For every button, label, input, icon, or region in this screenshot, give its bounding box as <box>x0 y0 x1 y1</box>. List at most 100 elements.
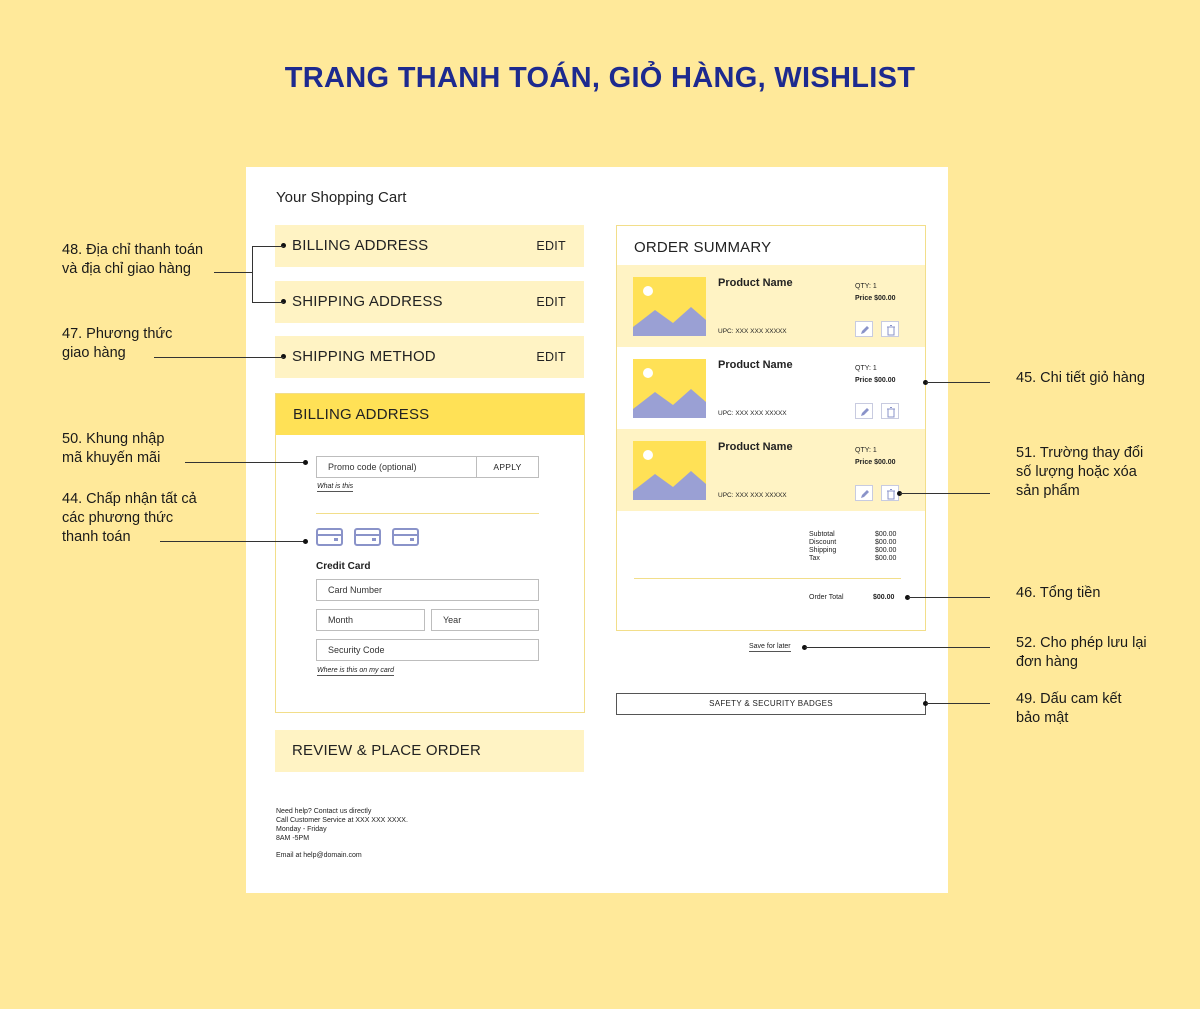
annotation-connector <box>185 462 305 463</box>
security-badges: SAFETY & SECURITY BADGES <box>616 693 926 715</box>
annotation-52: 52. Cho phép lưu lại đơn hàng <box>1016 634 1147 672</box>
edit-quantity-button[interactable] <box>855 403 873 419</box>
delete-item-button[interactable] <box>881 321 899 337</box>
cart-item: Product Name QTY: 1 Price $00.00 UPC: XX… <box>617 265 925 347</box>
shipping-label: Shipping <box>809 547 837 554</box>
pencil-icon <box>861 326 869 334</box>
product-name: Product Name <box>718 359 793 371</box>
pencil-icon <box>861 408 869 416</box>
product-image-icon <box>633 277 706 336</box>
billing-form: BILLING ADDRESS Promo code (optional) AP… <box>275 393 585 713</box>
review-place-order-label: REVIEW & PLACE ORDER <box>292 742 482 759</box>
help-line: Call Customer Service at XXX XXX XXXX. <box>276 817 408 824</box>
billing-address-row[interactable]: BILLING ADDRESS EDIT <box>275 225 584 267</box>
credit-card-icon <box>354 528 381 546</box>
annotation-connector <box>154 357 284 358</box>
annotation-44: 44. Chấp nhận tất cả các phương thức tha… <box>62 490 197 547</box>
totals-values: $00.00 $00.00 $00.00 $00.00 <box>875 531 896 563</box>
shipping-value: $00.00 <box>875 547 897 554</box>
billing-form-header: BILLING ADDRESS <box>276 394 584 435</box>
annotation-connector <box>214 272 252 273</box>
help-line: 8AM -5PM <box>276 835 310 842</box>
annotation-text: 45. Chi tiết giỏ hàng <box>1016 370 1145 386</box>
product-qty-price: QTY: 1 Price $00.00 <box>855 281 895 305</box>
annotation-connector <box>252 246 284 247</box>
annotation-text: sản phẩm <box>1016 483 1080 499</box>
review-place-order-button[interactable]: REVIEW & PLACE ORDER <box>275 730 584 772</box>
annotation-51: 51. Trường thay đổi số lượng hoặc xóa sả… <box>1016 444 1143 501</box>
annotation-connector <box>805 647 990 648</box>
annotation-50: 50. Khung nhập mã khuyến mãi <box>62 430 164 468</box>
annotation-connector <box>926 703 990 704</box>
edit-quantity-button[interactable] <box>855 485 873 501</box>
product-upc: UPC: XXX XXX XXXXX <box>718 410 787 417</box>
annotation-text: thanh toán <box>62 529 131 545</box>
delete-item-button[interactable] <box>881 403 899 419</box>
year-input[interactable]: Year <box>431 609 539 631</box>
annotation-45: 45. Chi tiết giỏ hàng <box>1016 369 1145 388</box>
annotation-48: 48. Địa chỉ thanh toán và địa chỉ giao h… <box>62 241 203 279</box>
cart-title: Your Shopping Cart <box>276 189 407 206</box>
product-qty: QTY: 1 <box>855 365 877 372</box>
subtotal-value: $00.00 <box>875 531 897 538</box>
help-contact-info: Need help? Contact us directly Call Cust… <box>276 807 408 860</box>
credit-card-icon <box>316 528 343 546</box>
annotation-text: 47. Phương thức <box>62 326 173 342</box>
trash-icon <box>887 489 895 500</box>
cart-item: Product Name QTY: 1 Price $00.00 UPC: XX… <box>617 347 925 429</box>
annotation-49: 49. Dấu cam kết bảo mật <box>1016 690 1122 728</box>
promo-code-input[interactable]: Promo code (optional) <box>316 456 477 478</box>
annotation-connector <box>926 382 990 383</box>
subtotal-label: Subtotal <box>809 531 835 538</box>
annotation-text: 50. Khung nhập <box>62 431 165 447</box>
checkout-wireframe: Your Shopping Cart BILLING ADDRESS EDIT … <box>246 167 948 893</box>
order-summary-title: ORDER SUMMARY <box>634 239 772 256</box>
trash-icon <box>887 325 895 336</box>
what-is-this-link[interactable]: What is this <box>317 482 354 492</box>
billing-address-label: BILLING ADDRESS <box>292 237 429 254</box>
help-line: Monday - Friday <box>276 826 327 833</box>
annotation-connector <box>908 597 990 598</box>
where-on-card-link[interactable]: Where is this on my card <box>317 666 395 676</box>
help-email: Email at help@domain.com <box>276 852 362 859</box>
shipping-address-row[interactable]: SHIPPING ADDRESS EDIT <box>275 281 584 323</box>
annotation-text: 49. Dấu cam kết <box>1016 691 1122 707</box>
annotation-text: 48. Địa chỉ thanh toán <box>62 242 204 258</box>
credit-card-icon <box>392 528 419 546</box>
shipping-method-row[interactable]: SHIPPING METHOD EDIT <box>275 336 584 378</box>
annotation-text: 44. Chấp nhận tất cả <box>62 491 197 507</box>
help-spacer <box>276 843 408 851</box>
edit-quantity-button[interactable] <box>855 321 873 337</box>
credit-card-title: Credit Card <box>316 561 371 572</box>
annotation-text: giao hàng <box>62 345 126 361</box>
product-price: Price $00.00 <box>855 295 896 302</box>
save-for-later-link[interactable]: Save for later <box>749 643 791 652</box>
shipping-method-edit-button[interactable]: EDIT <box>536 350 566 364</box>
divider <box>316 513 539 514</box>
annotation-text: các phương thức <box>62 510 174 526</box>
annotation-text: và địa chỉ giao hàng <box>62 261 191 277</box>
apply-promo-button[interactable]: APPLY <box>476 456 539 478</box>
shipping-address-edit-button[interactable]: EDIT <box>536 295 566 309</box>
product-qty-price: QTY: 1 Price $00.00 <box>855 445 895 469</box>
month-input[interactable]: Month <box>316 609 425 631</box>
page-title: TRANG THANH TOÁN, GIỎ HÀNG, WISHLIST <box>284 62 916 94</box>
annotation-text: 51. Trường thay đổi <box>1016 445 1144 461</box>
tax-label: Tax <box>809 555 820 562</box>
product-qty: QTY: 1 <box>855 283 877 290</box>
billing-form-title: BILLING ADDRESS <box>293 406 430 423</box>
annotation-dot <box>303 539 308 544</box>
annotation-connector <box>252 302 284 303</box>
annotation-46: 46. Tổng tiền <box>1016 584 1100 603</box>
divider <box>634 578 901 579</box>
annotation-text: bảo mật <box>1016 710 1069 726</box>
product-name: Product Name <box>718 441 793 453</box>
security-code-input[interactable]: Security Code <box>316 639 539 661</box>
card-number-input[interactable]: Card Number <box>316 579 539 601</box>
discount-value: $00.00 <box>875 539 897 546</box>
annotation-text: mã khuyến mãi <box>62 450 161 466</box>
annotation-text: 52. Cho phép lưu lại <box>1016 635 1147 651</box>
order-total-label: Order Total <box>809 594 844 601</box>
billing-address-edit-button[interactable]: EDIT <box>536 239 566 253</box>
annotation-text: 46. Tổng tiền <box>1016 585 1101 601</box>
